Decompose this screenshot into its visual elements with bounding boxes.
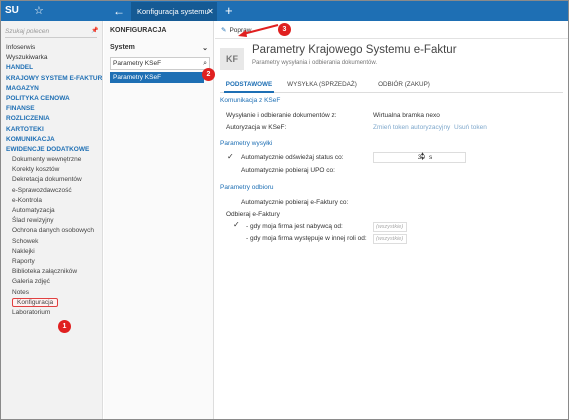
annotation-arrow xyxy=(238,24,279,37)
